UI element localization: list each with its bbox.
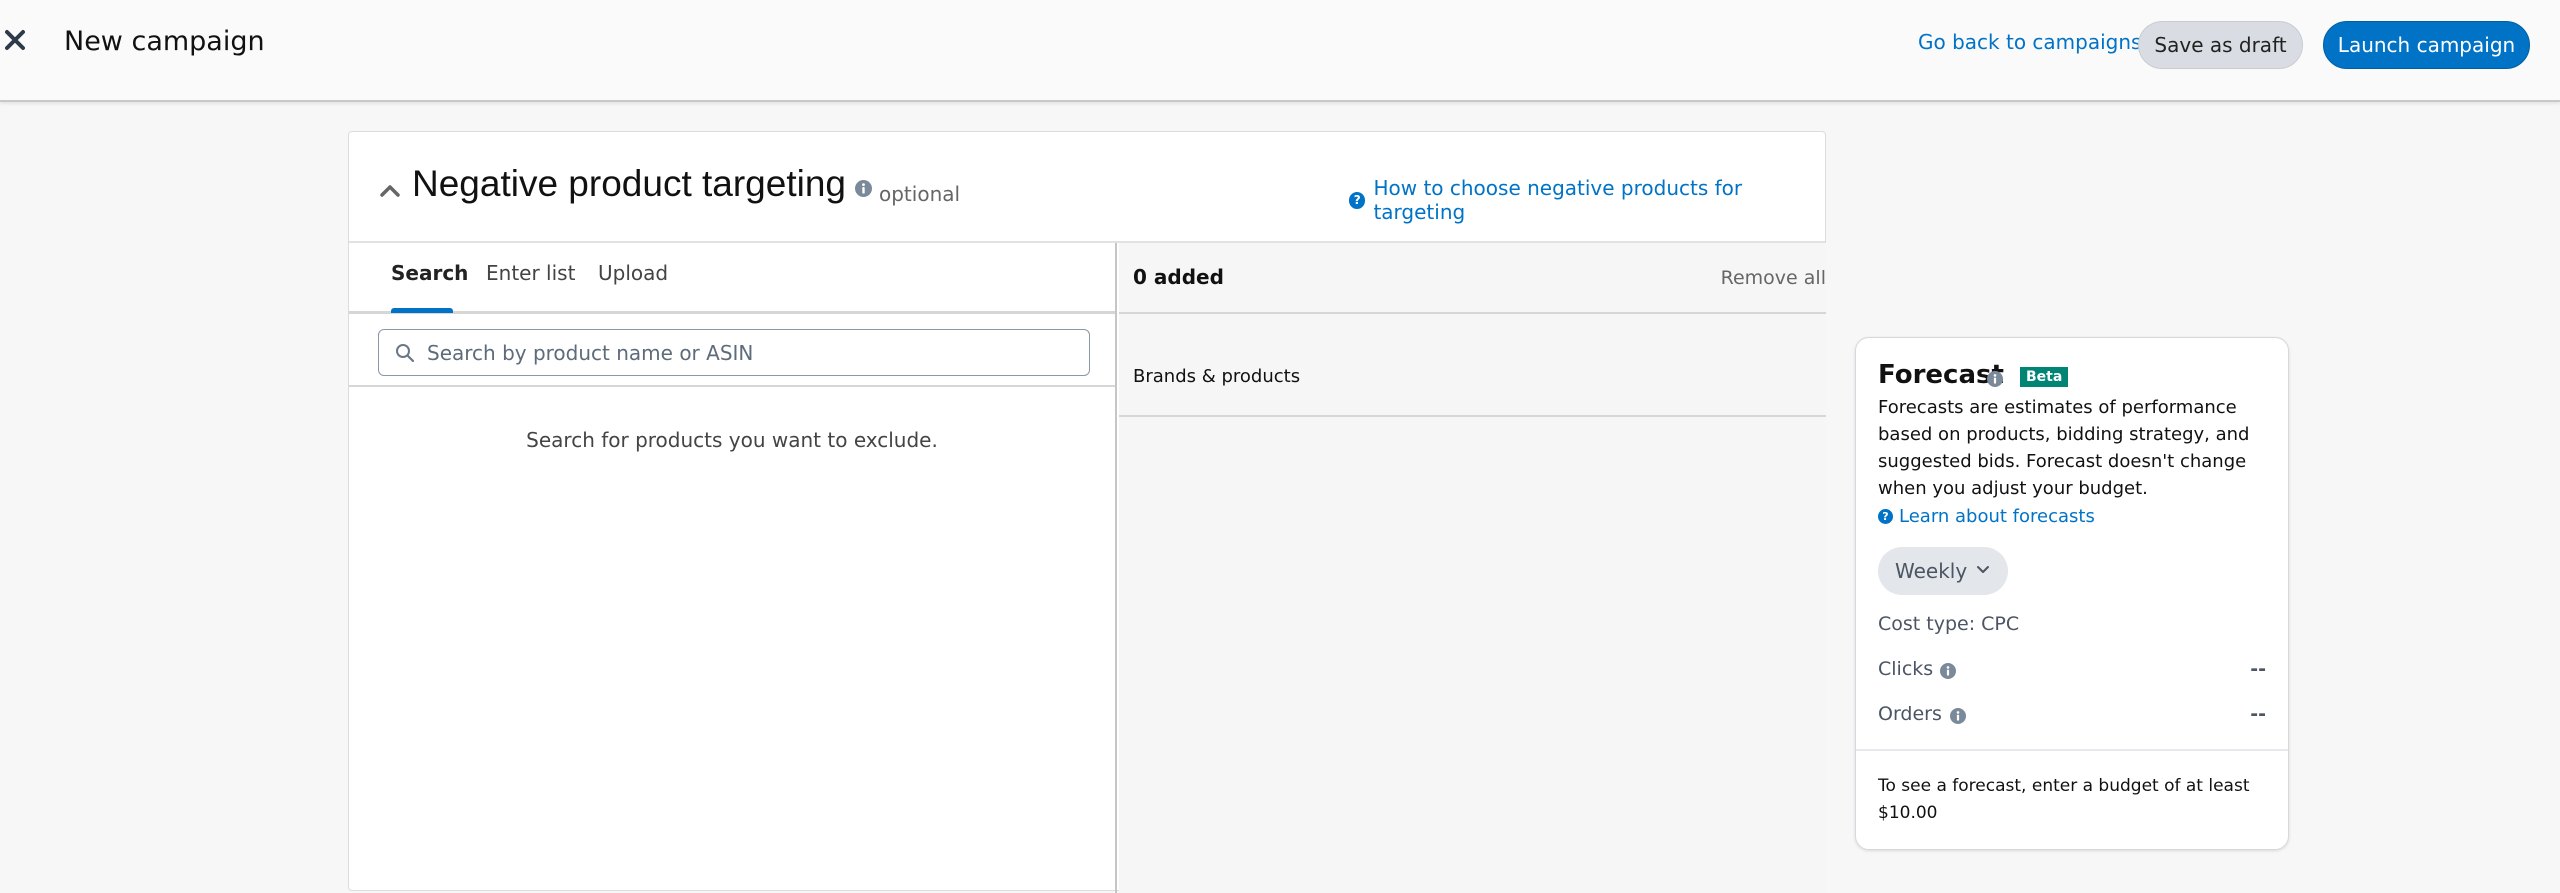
active-tab-indicator: [391, 308, 453, 313]
launch-campaign-button[interactable]: Launch campaign: [2323, 21, 2530, 69]
forecast-budget-note: To see a forecast, enter a budget of at …: [1878, 776, 2250, 823]
product-search-field[interactable]: [378, 329, 1090, 376]
learn-about-forecasts-link[interactable]: ? Learn about forecasts: [1878, 506, 2095, 527]
help-link-negative-products[interactable]: ? How to choose negative products for ta…: [1349, 176, 1825, 224]
divider: [1856, 749, 2288, 751]
go-back-to-campaigns-link[interactable]: Go back to campaigns: [1918, 30, 2141, 54]
divider: [349, 385, 1115, 387]
added-count: 0 added: [1133, 265, 1224, 289]
period-value: Weekly: [1895, 559, 1968, 583]
added-column: 0 added Remove all Brands & products: [1119, 243, 1826, 893]
metric-row-clicks: Clicks --: [1878, 658, 2266, 682]
collapse-toggle[interactable]: [379, 182, 401, 198]
metric-row-orders: Orders --: [1878, 703, 2266, 727]
period-dropdown[interactable]: Weekly: [1878, 547, 2008, 595]
search-input[interactable]: [427, 340, 1067, 365]
forecast-description: Forecasts are estimates of performance b…: [1878, 397, 2250, 499]
metric-value: --: [2250, 703, 2266, 725]
empty-state-message: Search for products you want to exclude.: [526, 428, 938, 452]
info-icon[interactable]: [855, 180, 872, 197]
chevron-down-icon: [1977, 566, 1989, 573]
info-icon[interactable]: [1950, 708, 1966, 724]
tab-search[interactable]: Search: [391, 261, 468, 285]
close-button[interactable]: [2, 27, 30, 55]
page-title: New campaign: [64, 26, 265, 57]
learn-link-text: Learn about forecasts: [1899, 506, 2095, 527]
chevron-up-icon: [380, 185, 400, 197]
save-as-draft-button[interactable]: Save as draft: [2138, 21, 2303, 69]
cost-type: Cost type: CPC: [1878, 613, 2020, 635]
tab-upload[interactable]: Upload: [598, 261, 668, 285]
metric-label: Clicks: [1878, 658, 1934, 680]
tab-enter-list[interactable]: Enter list: [486, 261, 575, 285]
top-bar: New campaign Go back to campaigns Save a…: [0, 0, 2560, 102]
tab-bar: Search Enter list Upload: [349, 243, 1115, 314]
added-header: 0 added Remove all: [1119, 243, 1826, 314]
metric-value: --: [2250, 658, 2266, 680]
forecast-card: Forecast Beta Forecasts are estimates of…: [1855, 337, 2289, 850]
column-header-row: Brands & products: [1119, 314, 1826, 417]
metric-label: Orders: [1878, 703, 1942, 725]
help-link-text: How to choose negative products for targ…: [1373, 176, 1743, 224]
info-icon[interactable]: [1987, 371, 2003, 387]
section-title: Negative product targeting: [412, 163, 846, 204]
question-circle-icon: ?: [1878, 509, 1893, 524]
panel-header: Negative product targeting optional ? Ho…: [349, 132, 1825, 243]
remove-all-button[interactable]: Remove all: [1721, 267, 1826, 289]
negative-product-targeting-panel: Negative product targeting optional ? Ho…: [348, 131, 1826, 893]
search-column: Search Enter list Upload Search for prod…: [349, 243, 1117, 893]
search-icon: [396, 343, 415, 362]
optional-label: optional: [879, 182, 961, 206]
forecast-title: Forecast: [1878, 360, 2004, 390]
beta-badge: Beta: [2020, 367, 2069, 387]
close-icon: [5, 30, 25, 50]
info-icon[interactable]: [1940, 663, 1956, 679]
question-circle-icon: ?: [1349, 191, 1366, 209]
brands-products-header: Brands & products: [1133, 366, 1301, 387]
